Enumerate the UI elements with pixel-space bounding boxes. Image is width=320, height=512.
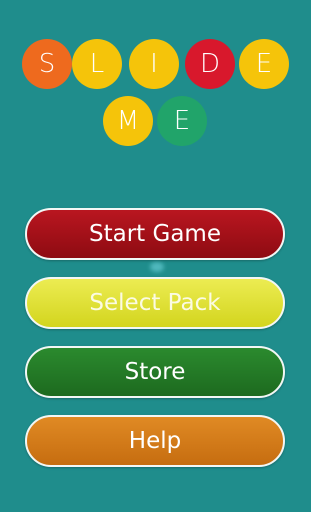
logo-ball-e2: E xyxy=(157,96,207,146)
select-pack-button[interactable]: Select Pack xyxy=(25,277,285,329)
help-button[interactable]: Help xyxy=(25,415,285,467)
logo-ball-l: L xyxy=(72,39,122,89)
store-button[interactable]: Store xyxy=(25,346,285,398)
logo-ball-m: M xyxy=(103,96,153,146)
logo-ball-s: S xyxy=(22,39,72,89)
background-glow xyxy=(150,262,164,272)
start-game-button[interactable]: Start Game xyxy=(25,208,285,260)
logo-ball-d: D xyxy=(185,39,235,89)
logo-ball-e: E xyxy=(239,39,289,89)
main-menu-screen: S L I D E M E Start Game Select Pack Sto… xyxy=(0,0,311,512)
logo-ball-i: I xyxy=(129,39,179,89)
